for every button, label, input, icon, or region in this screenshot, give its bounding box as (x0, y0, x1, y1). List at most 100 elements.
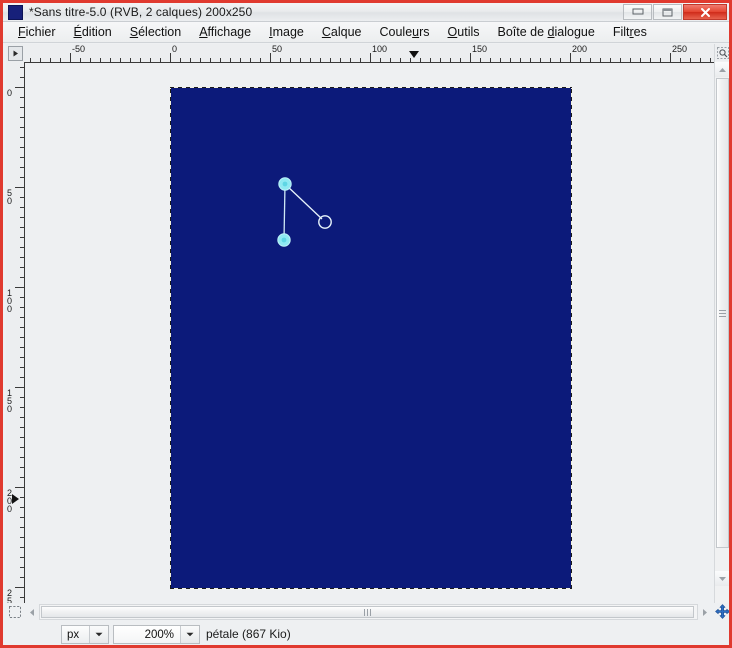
ruler-tick-minor (20, 137, 24, 138)
vertical-scrollbar-thumb[interactable] (716, 78, 729, 548)
ruler-tick-minor (20, 347, 24, 348)
menu-outils[interactable]: Outils (439, 23, 489, 41)
image-canvas[interactable] (171, 88, 571, 588)
ruler-tick-major (70, 53, 71, 62)
zoom-fit-icon (716, 46, 729, 59)
gimp-icon (8, 4, 23, 20)
ruler-tick-minor (20, 437, 24, 438)
ruler-tick-minor (30, 58, 31, 62)
zoom-select[interactable]: 200% (113, 625, 200, 644)
gimp-main-window: *Sans titre-5.0 (RVB, 2 calques) 200x250 (0, 0, 732, 648)
menu-image[interactable]: Image (260, 23, 313, 41)
menu-selection[interactable]: Sélection (121, 23, 190, 41)
unit-select-arrow[interactable] (89, 626, 108, 643)
unit-select[interactable]: px (61, 625, 109, 644)
window-controls (622, 4, 727, 20)
ruler-tick-major (15, 487, 24, 488)
window-title: *Sans titre-5.0 (RVB, 2 calques) 200x250 (29, 5, 253, 19)
ruler-tick-minor (400, 58, 401, 62)
ruler-tick-minor (20, 427, 24, 428)
ruler-tick-minor (710, 58, 711, 62)
ruler-label: 50 (272, 44, 283, 54)
status-bar: px 200% pétale (867 Kio) (6, 623, 729, 645)
ruler-tick-minor (690, 58, 691, 62)
ruler-tick-minor (20, 567, 24, 568)
ruler-tick-minor (410, 58, 411, 62)
ruler-tick-minor (450, 58, 451, 62)
ruler-tick-minor (20, 517, 24, 518)
play-triangle-icon (13, 50, 18, 56)
ruler-tick-major (15, 87, 24, 88)
ruler-tick-minor (310, 58, 311, 62)
ruler-tick-minor (600, 58, 601, 62)
arrow-up-icon (719, 67, 726, 72)
ruler-label: 50 (7, 188, 13, 206)
ruler-tick-minor (630, 58, 631, 62)
ruler-tick-minor (20, 197, 24, 198)
ruler-tick-minor (20, 597, 24, 598)
horizontal-ruler[interactable]: -50 0 50 100 150 200 250 (24, 44, 714, 63)
menu-edition[interactable]: Édition (65, 23, 121, 41)
menu-affichage[interactable]: Affichage (190, 23, 260, 41)
horizontal-scrollbar-track[interactable] (39, 604, 698, 620)
ruler-tick-minor (330, 58, 331, 62)
ruler-tick-minor (130, 58, 131, 62)
ruler-tick-minor (20, 327, 24, 328)
ruler-position-marker (409, 51, 419, 58)
ruler-tick-major (470, 53, 471, 62)
ruler-tick-minor (120, 58, 121, 62)
vertical-ruler[interactable]: 050100150200250 (6, 62, 25, 603)
ruler-tick-minor (620, 58, 621, 62)
ruler-tick-major (370, 53, 371, 62)
ruler-tick-minor (150, 58, 151, 62)
horizontal-scrollbar-thumb[interactable] (41, 606, 694, 618)
close-button[interactable] (683, 4, 727, 20)
zoom-fit-button[interactable] (715, 44, 729, 61)
ruler-tick-minor (340, 58, 341, 62)
ruler-tick-minor (20, 97, 24, 98)
ruler-label: 150 (472, 44, 488, 54)
ruler-corner-box (7, 45, 23, 61)
ruler-tick-minor (20, 557, 24, 558)
menu-calque[interactable]: Calque (313, 23, 371, 41)
unit-select-value: px (67, 628, 80, 641)
ruler-tick-minor (20, 397, 24, 398)
ruler-label: 100 (7, 288, 13, 314)
vertical-scrollbar[interactable] (714, 44, 729, 603)
scroll-right-button[interactable] (698, 604, 712, 620)
zoom-select-arrow[interactable] (180, 626, 199, 643)
ruler-tick-minor (240, 58, 241, 62)
ruler-label: 100 (372, 44, 388, 54)
ruler-tick-minor (20, 117, 24, 118)
quick-mask-button[interactable] (7, 604, 23, 620)
minimize-button[interactable] (623, 4, 652, 20)
ruler-tick-minor (20, 227, 24, 228)
menu-boite-de-dialogue[interactable]: Boîte de dialogue (489, 23, 604, 41)
canvas-viewport[interactable] (25, 63, 714, 603)
menu-fichier[interactable]: Fichier (9, 23, 65, 41)
ruler-tick-minor (420, 58, 421, 62)
ruler-tick-minor (530, 58, 531, 62)
ruler-tick-minor (20, 77, 24, 78)
scroll-up-button[interactable] (715, 62, 729, 77)
ruler-tick-minor (280, 58, 281, 62)
menu-couleurs[interactable]: Couleurs (370, 23, 438, 41)
ruler-tick-major (15, 187, 24, 188)
navigation-preview-button-top[interactable] (715, 587, 729, 603)
ruler-tick-minor (60, 58, 61, 62)
ruler-tick-minor (550, 58, 551, 62)
ruler-unit-menu-button[interactable] (6, 44, 24, 62)
ruler-tick-minor (440, 58, 441, 62)
scroll-left-button[interactable] (25, 604, 39, 620)
menu-bar: Fichier Édition Sélection Affichage Imag… (3, 22, 729, 43)
ruler-tick-minor (20, 577, 24, 578)
maximize-button[interactable] (653, 4, 682, 20)
ruler-tick-minor (140, 58, 141, 62)
ruler-tick-minor (20, 547, 24, 548)
ruler-tick-minor (20, 507, 24, 508)
title-bar[interactable]: *Sans titre-5.0 (RVB, 2 calques) 200x250 (3, 3, 729, 22)
navigation-move-button[interactable] (714, 603, 729, 620)
navigation-move-icon (714, 604, 729, 619)
menu-filtres[interactable]: Filtres (604, 23, 656, 41)
scroll-down-button[interactable] (715, 571, 729, 586)
